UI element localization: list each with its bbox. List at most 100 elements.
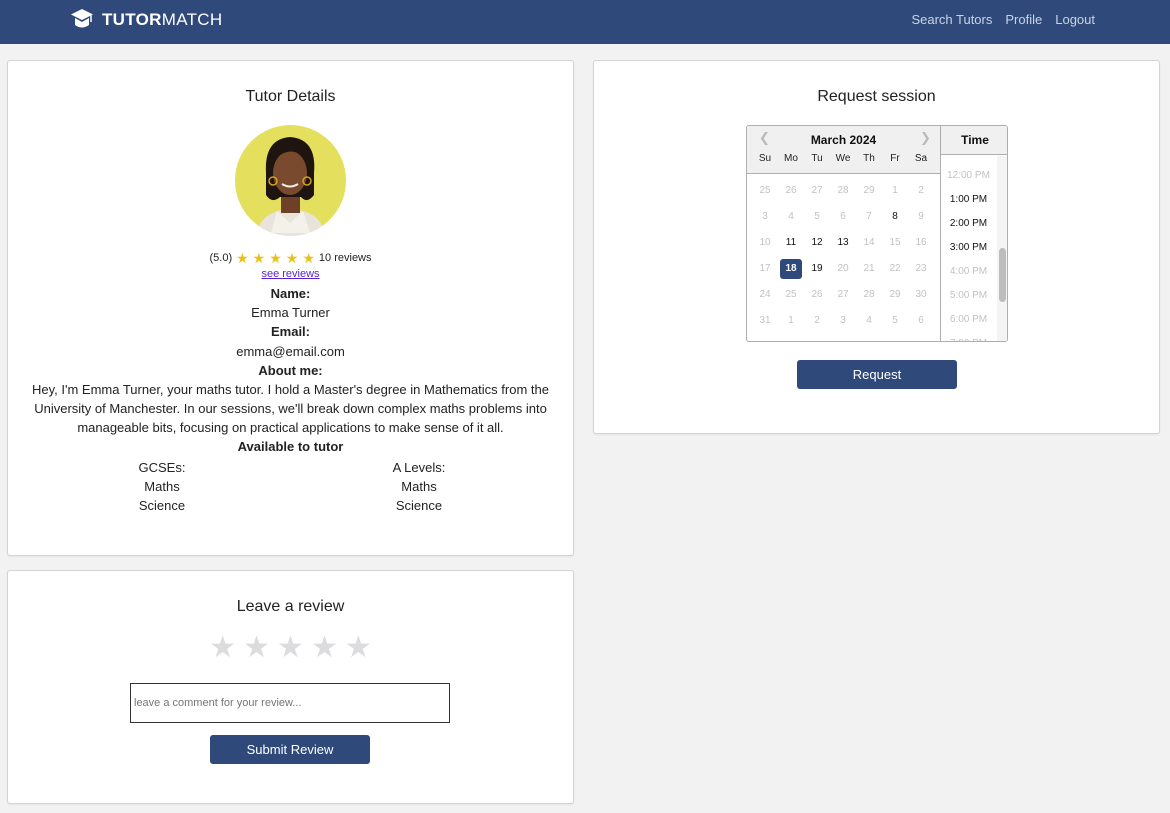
- calendar-day: 5: [814, 211, 820, 222]
- calendar-day: 25: [785, 289, 797, 300]
- nav-link-search-tutors[interactable]: Search Tutors: [911, 12, 992, 27]
- alevel-subject: Maths: [401, 479, 437, 494]
- calendar-day[interactable]: 13: [832, 233, 854, 253]
- nav-link-profile[interactable]: Profile: [1005, 12, 1042, 27]
- calendar-day: 23: [915, 263, 927, 274]
- time-slot[interactable]: 2:00 PM: [941, 218, 996, 229]
- tutor-email: emma@email.com: [236, 344, 345, 359]
- request-button[interactable]: Request: [797, 360, 957, 389]
- time-scrollbar-thumb[interactable]: [999, 248, 1006, 302]
- calendar-day: 10: [759, 237, 771, 248]
- rating-star-3[interactable]: ★: [277, 633, 304, 663]
- alevel-subject: Science: [395, 498, 443, 513]
- calendar-day: 21: [863, 263, 875, 274]
- calendar-day: 17: [759, 263, 771, 274]
- brand-name-light: MATCH: [161, 10, 223, 29]
- calendar-day: 3: [840, 315, 846, 326]
- time-slot[interactable]: 1:00 PM: [941, 194, 996, 205]
- leave-review-title: Leave a review: [236, 598, 345, 615]
- weekday-label: Tu: [811, 153, 823, 164]
- brand-name-bold: TUTOR: [102, 10, 162, 29]
- calendar-day: 30: [915, 289, 927, 300]
- calendar-day: 1: [892, 185, 898, 196]
- star-icon: ★: [252, 250, 266, 266]
- time-column: Time 12:00 PM 1:00 PM 2:00 PM 3:00 PM 4:00 P…: [940, 126, 1007, 341]
- calendar-day: 28: [863, 289, 875, 300]
- time-scrollbar[interactable]: [997, 156, 1007, 341]
- calendar-day: 4: [788, 211, 794, 222]
- time-slot: 4:00 PM: [949, 266, 988, 277]
- calendar-day: 29: [863, 185, 875, 196]
- calendar-day: 6: [840, 211, 846, 222]
- calendar-day: 22: [889, 263, 901, 274]
- date-time-picker: ❮ March 2024 ❯ Su Mo Tu We Th Fr Sa 25 26 27 28 29…: [746, 125, 1008, 342]
- tutor-photo: [257, 137, 325, 236]
- star-icon: ★: [285, 250, 299, 266]
- rating-star-4[interactable]: ★: [311, 633, 338, 663]
- calendar-day[interactable]: 12: [806, 233, 828, 253]
- chevron-right-icon[interactable]: ❯: [920, 130, 931, 146]
- rating-star-5[interactable]: ★: [345, 633, 372, 663]
- review-count: 10 reviews: [318, 252, 372, 264]
- time-slot: 5:00 PM: [949, 290, 988, 301]
- tutor-about: Hey, I'm Emma Turner, your maths tutor. …: [32, 382, 549, 435]
- gcse-column: GCSEs: Maths Science: [102, 458, 222, 515]
- time-list: 12:00 PM 1:00 PM 2:00 PM 3:00 PM 4:00 PM 5:00…: [941, 156, 1007, 341]
- submit-review-button[interactable]: Submit Review: [210, 735, 370, 764]
- calendar-day: 15: [889, 237, 901, 248]
- calendar-day: 9: [918, 211, 924, 222]
- weekday-label: Su: [758, 153, 772, 164]
- calendar-day[interactable]: 8: [884, 207, 906, 227]
- calendar-day: 3: [762, 211, 768, 222]
- calendar-header: ❮ March 2024 ❯ Su Mo Tu We Th Fr Sa: [747, 126, 940, 174]
- calendar-day: 24: [759, 289, 771, 300]
- see-reviews-link[interactable]: see reviews: [8, 268, 573, 280]
- rating-star-1[interactable]: ★: [209, 633, 236, 663]
- calendar-day: 29: [889, 289, 901, 300]
- calendar-day: 5: [892, 315, 898, 326]
- time-header: Time: [941, 126, 1007, 155]
- email-label: Email:: [270, 324, 310, 339]
- alevel-label: A Levels:: [392, 460, 446, 475]
- rating-star-2[interactable]: ★: [243, 633, 270, 663]
- calendar-day: 26: [785, 185, 797, 196]
- nav-link-logout[interactable]: Logout: [1055, 12, 1095, 27]
- calendar-day[interactable]: 11: [780, 233, 802, 253]
- calendar-day: 26: [811, 289, 823, 300]
- gcse-label: GCSEs:: [138, 460, 186, 475]
- calendar-day: 16: [915, 237, 927, 248]
- review-comment-input[interactable]: [130, 683, 450, 723]
- time-slot: 6:00 PM: [949, 314, 988, 325]
- star-icon: ★: [302, 250, 315, 266]
- calendar-day-selected[interactable]: 18: [780, 259, 802, 279]
- name-label: Name:: [270, 286, 311, 301]
- tutor-details-card: Tutor Details (5.0) ★ ★ ★ ★ ★ 10 reviews…: [7, 60, 574, 556]
- calendar-day: 14: [863, 237, 875, 248]
- tutor-details-title: Tutor Details: [245, 88, 336, 105]
- available-label: Available to tutor: [237, 439, 344, 454]
- calendar-day: 27: [811, 185, 823, 196]
- weekday-label: Sa: [914, 153, 928, 164]
- calendar-day[interactable]: 19: [806, 259, 828, 279]
- calendar-day: 2: [918, 185, 924, 196]
- tutor-avatar: [235, 125, 346, 236]
- top-navbar: TUTORMATCH Search Tutors Profile Logout: [0, 0, 1170, 44]
- time-slot: 12:00 PM: [947, 170, 990, 181]
- star-icon: ★: [269, 250, 282, 266]
- calendar-day: 2: [814, 315, 820, 326]
- request-session-title: Request session: [817, 88, 936, 105]
- brand-logo[interactable]: TUTORMATCH: [69, 7, 222, 33]
- weekday-label: We: [835, 153, 851, 164]
- calendar-day: 4: [866, 315, 872, 326]
- calendar-day: 20: [837, 263, 849, 274]
- weekday-label: Th: [863, 153, 875, 164]
- calendar-day: 28: [837, 185, 849, 196]
- alevel-column: A Levels: Maths Science: [359, 458, 479, 515]
- review-star-rating: ★ ★ ★ ★ ★: [8, 633, 573, 663]
- tutor-name: Emma Turner: [251, 305, 330, 320]
- time-slot: 7:00 PM: [941, 338, 996, 341]
- star-icon: ★: [236, 250, 249, 266]
- calendar-day: 7: [866, 211, 872, 222]
- rating-value: (5.0): [209, 252, 233, 264]
- time-slot[interactable]: 3:00 PM: [941, 242, 996, 253]
